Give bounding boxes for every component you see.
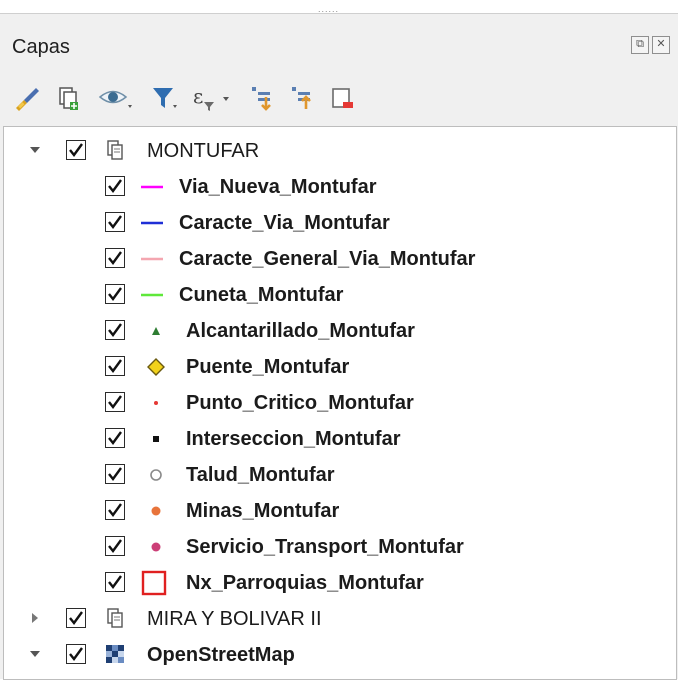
- line-symbol-icon: [141, 293, 163, 297]
- layer-checkbox[interactable]: [105, 284, 125, 304]
- layer-label: Via_Nueva_Montufar: [179, 176, 377, 198]
- panel-title: Capas: [12, 36, 70, 58]
- layer-group-icon: [107, 608, 123, 628]
- expand-all-icon[interactable]: [246, 81, 280, 115]
- layer-checkbox[interactable]: [105, 320, 125, 340]
- collapse-all-icon[interactable]: [286, 81, 320, 115]
- layer-label: Minas_Montufar: [186, 500, 340, 522]
- window-buttons: ⧉ ✕: [631, 36, 670, 54]
- layer-tree: MONTUFAR Via_Nueva_Montufar Caracte_Via_…: [3, 126, 677, 680]
- dot-symbol-icon: [151, 542, 161, 552]
- tree-layer-openstreetmap[interactable]: OpenStreetMap: [4, 638, 674, 672]
- chevron-right-icon[interactable]: [28, 611, 42, 625]
- layer-checkbox[interactable]: [105, 212, 125, 232]
- line-symbol-icon: [141, 257, 163, 261]
- layer-row-caracte-via[interactable]: Caracte_Via_Montufar: [4, 206, 674, 240]
- layer-label: Alcantarillado_Montufar: [186, 320, 415, 342]
- diamond-symbol-icon: [147, 358, 165, 376]
- remove-layer-icon[interactable]: [326, 81, 360, 115]
- panel-top-strip: ......: [0, 0, 678, 14]
- layer-group-icon: [107, 140, 123, 160]
- eye-visibility-icon[interactable]: [90, 81, 142, 115]
- layer-row-puente[interactable]: Puente_Montufar: [4, 350, 674, 384]
- line-symbol-icon: [141, 185, 163, 189]
- ring-symbol-icon: [150, 469, 162, 481]
- svg-text:ε: ε: [193, 84, 203, 108]
- layer-checkbox[interactable]: [66, 644, 86, 664]
- layer-row-alcantarillado[interactable]: Alcantarillado_Montufar: [4, 314, 674, 348]
- layer-label: Caracte_Via_Montufar: [179, 212, 390, 234]
- layer-row-minas[interactable]: Minas_Montufar: [4, 494, 674, 528]
- layer-checkbox[interactable]: [105, 356, 125, 376]
- layer-checkbox[interactable]: [105, 248, 125, 268]
- layer-checkbox[interactable]: [105, 428, 125, 448]
- group-label: MONTUFAR: [147, 140, 260, 162]
- tree-group-mira-y-bolivar[interactable]: MIRA Y BOLIVAR II: [4, 602, 674, 636]
- layer-checkbox[interactable]: [105, 500, 125, 520]
- layer-checkbox[interactable]: [105, 464, 125, 484]
- layer-checkbox[interactable]: [105, 176, 125, 196]
- layer-label: Cuneta_Montufar: [179, 284, 344, 306]
- chevron-down-icon[interactable]: [28, 143, 42, 157]
- group-checkbox[interactable]: [66, 608, 86, 628]
- layer-row-servicio-transport[interactable]: Servicio_Transport_Montufar: [4, 530, 674, 564]
- layer-row-talud[interactable]: Talud_Montufar: [4, 458, 674, 492]
- layer-label: Caracte_General_Via_Montufar: [179, 248, 476, 270]
- layer-label: Punto_Critico_Montufar: [186, 392, 414, 414]
- raster-layer-icon: [106, 645, 124, 663]
- polygon-symbol-icon: [141, 570, 167, 596]
- triangle-symbol-icon: [152, 327, 160, 335]
- float-icon[interactable]: ⧉: [631, 36, 649, 54]
- line-symbol-icon: [141, 221, 163, 225]
- layer-label: Puente_Montufar: [186, 356, 350, 378]
- layers-panel: ...... Capas ⧉ ✕ ε MONTUFAR Via_Nueva_Mo…: [0, 0, 678, 680]
- group-checkbox[interactable]: [66, 140, 86, 160]
- square-symbol-icon: [153, 436, 159, 442]
- chevron-down-icon[interactable]: [28, 647, 42, 661]
- group-label: MIRA Y BOLIVAR II: [147, 608, 322, 630]
- style-brush-icon[interactable]: [10, 81, 44, 115]
- expression-filter-icon[interactable]: ε: [188, 81, 240, 115]
- layer-row-punto-critico[interactable]: Punto_Critico_Montufar: [4, 386, 674, 420]
- close-icon[interactable]: ✕: [652, 36, 670, 54]
- layer-label: Talud_Montufar: [186, 464, 335, 486]
- filter-icon[interactable]: [148, 81, 182, 115]
- layer-row-via-nueva[interactable]: Via_Nueva_Montufar: [4, 170, 674, 204]
- dot-symbol-icon: [151, 506, 161, 516]
- layer-row-interseccion[interactable]: Interseccion_Montufar: [4, 422, 674, 456]
- layer-label: Nx_Parroquias_Montufar: [186, 572, 424, 594]
- layer-checkbox[interactable]: [105, 536, 125, 556]
- add-group-icon[interactable]: [50, 81, 84, 115]
- small-dot-symbol-icon: [154, 401, 158, 405]
- layer-label: Interseccion_Montufar: [186, 428, 401, 450]
- tree-group-montufar[interactable]: MONTUFAR: [4, 134, 674, 168]
- layer-checkbox[interactable]: [105, 572, 125, 592]
- layer-checkbox[interactable]: [105, 392, 125, 412]
- layer-label: Servicio_Transport_Montufar: [186, 536, 464, 558]
- layer-row-cuneta[interactable]: Cuneta_Montufar: [4, 278, 674, 312]
- layer-label: OpenStreetMap: [147, 644, 295, 666]
- layer-row-nx-parroquias[interactable]: Nx_Parroquias_Montufar: [4, 566, 674, 600]
- layer-row-caracte-general-via[interactable]: Caracte_General_Via_Montufar: [4, 242, 674, 276]
- layers-toolbar: ε: [10, 80, 360, 116]
